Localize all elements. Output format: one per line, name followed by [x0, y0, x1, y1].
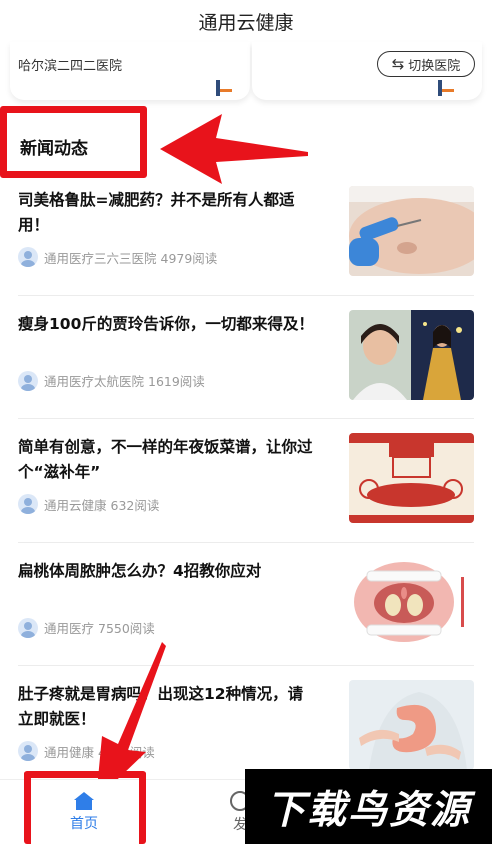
news-meta: 通用医疗 7550阅读 — [18, 617, 155, 638]
throat-illustration[interactable] — [349, 556, 474, 647]
app-title: 通用云健康 — [198, 11, 294, 34]
hospital-name: 哈尔滨二四二医院 — [18, 59, 123, 74]
news-item[interactable]: 扁桃体周脓肿怎么办？4招教你应对 通用医疗 7550阅读 — [18, 543, 474, 666]
news-source: 通用云健康 — [44, 497, 107, 513]
watermark: 下载鸟资源 — [245, 769, 492, 844]
news-meta: 通用医疗太航医院 1619阅读 — [18, 370, 205, 391]
annotation-highlight-box — [24, 771, 146, 844]
news-item[interactable]: 简单有创意，不一样的年夜饭菜谱，让你过个“滋补年” 通用云健康 632阅读 — [18, 419, 474, 543]
news-reads: 4979阅读 — [160, 250, 218, 266]
avatar — [18, 494, 38, 514]
news-title[interactable]: 肚子疼就是胃病吗？出现这12种情况，请立即就医！ — [18, 682, 318, 732]
section-title: 新闻动态 — [20, 139, 88, 159]
before-after-portrait-image[interactable] — [349, 309, 474, 400]
news-item[interactable]: 司美格鲁肽=减肥药？并不是所有人都适用！ 通用医疗三六三医院 4979阅读 — [18, 172, 474, 296]
switch-hospital-label: 切换医院 — [408, 58, 461, 74]
news-source: 通用健康 — [44, 744, 95, 760]
news-meta: 通用医疗三六三医院 4979阅读 — [18, 247, 217, 267]
news-title[interactable]: 司美格鲁肽=减肥药？并不是所有人都适用！ — [18, 188, 318, 238]
avatar — [18, 617, 38, 638]
swap-arrows-icon: ⇆ — [391, 54, 405, 73]
news-source: 通用医疗三六三医院 — [44, 250, 157, 266]
new-year-dinner-illustration[interactable] — [349, 433, 474, 523]
injection-belly-image[interactable] — [349, 186, 474, 276]
news-source: 通用医疗 — [44, 621, 95, 636]
avatar — [18, 370, 38, 391]
news-list: 司美格鲁肽=减肥药？并不是所有人都适用！ 通用医疗三六三医院 4979阅读 瘦身… — [18, 172, 474, 790]
avatar — [18, 741, 38, 761]
news-meta: 通用云健康 632阅读 — [18, 494, 159, 514]
switch-hospital-button[interactable]: ⇆ 切换医院 — [377, 51, 475, 77]
watermark-text: 下载鸟资源 — [265, 787, 471, 833]
news-title[interactable]: 扁桃体周脓肿怎么办？4招教你应对 — [18, 559, 318, 584]
news-reads: 632阅读 — [110, 497, 160, 513]
news-title[interactable]: 简单有创意，不一样的年夜饭菜谱，让你过个“滋补年” — [18, 435, 318, 485]
stomach-illustration[interactable] — [349, 680, 474, 770]
news-reads: 1619阅读 — [148, 374, 205, 389]
news-title[interactable]: 瘦身100斤的贾玲告诉你，一切都来得及！ — [18, 312, 318, 337]
app-title-bar: 通用云健康 — [0, 0, 492, 42]
news-item[interactable]: 瘦身100斤的贾玲告诉你，一切都来得及！ 通用医疗太航医院 1619阅读 — [18, 296, 474, 419]
hospital-bar: 哈尔滨二四二医院 ⇆ 切换医院 — [0, 42, 492, 100]
avatar — [18, 247, 38, 267]
news-source: 通用医疗太航医院 — [44, 374, 145, 389]
news-reads: 7550阅读 — [98, 621, 155, 636]
